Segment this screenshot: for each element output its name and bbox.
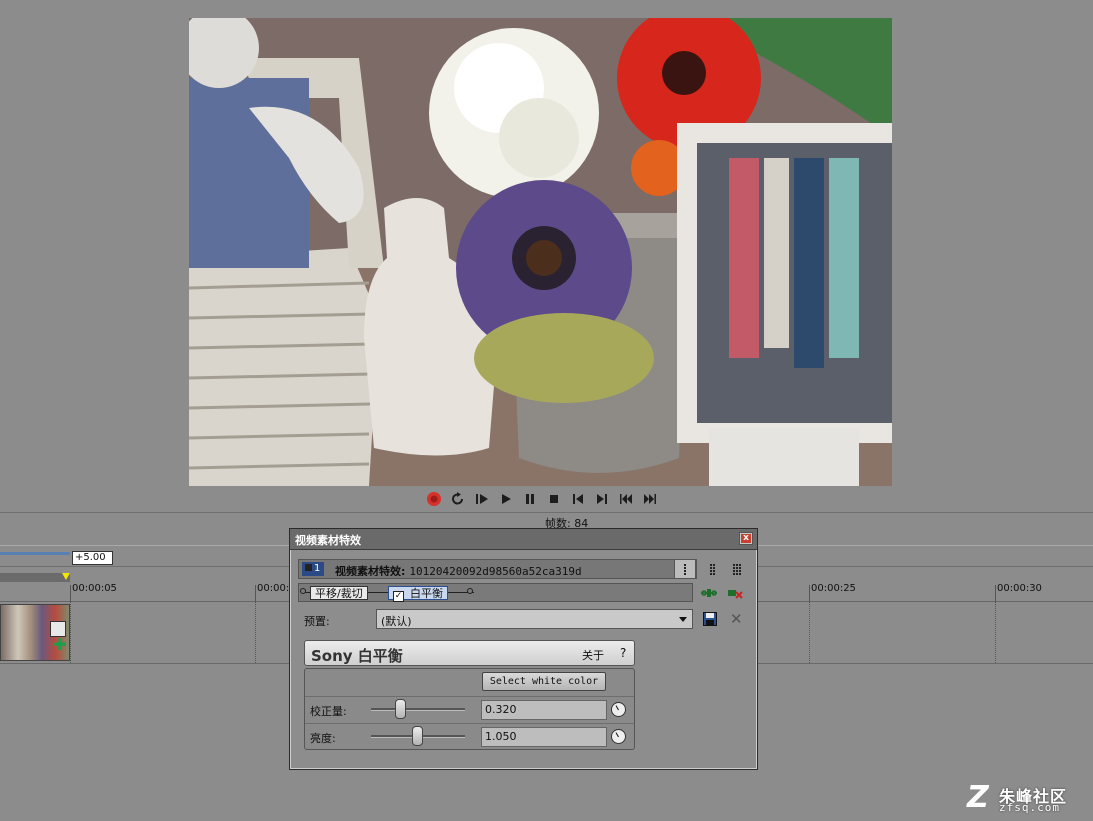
prev-frame-icon[interactable] [569, 490, 587, 508]
playback-rate-slider[interactable] [0, 552, 70, 555]
param-slider-track[interactable] [371, 708, 465, 711]
z-logo-icon: Z [967, 780, 989, 815]
preset-value: (默认) [381, 615, 412, 628]
checkbox-icon[interactable]: ✓ [393, 591, 404, 602]
param-row-brightness: 亮度: 1.050 [305, 723, 634, 750]
param-value-input[interactable]: 0.320 [481, 700, 607, 720]
grid-line [995, 601, 996, 663]
plugin-chain-icon[interactable] [700, 584, 718, 601]
track-index-badge: 1 [302, 562, 324, 576]
effect-header: 1 视频素材特效: 10120420092d98560a52ca319d [298, 559, 697, 579]
play-icon[interactable] [497, 490, 515, 508]
dialog-title-bar[interactable]: 视频素材特效 x [290, 529, 757, 550]
remove-plugin-icon[interactable] [726, 584, 744, 601]
plugin-name: Sony 白平衡 [311, 647, 403, 665]
play-from-start-icon[interactable] [473, 490, 491, 508]
video-fx-dialog: 视频素材特效 x 1 视频素材特效: 10120420092d98560a52ca… [289, 528, 758, 770]
ruler-tick: 00:00:25 [809, 583, 856, 601]
view-double-icon[interactable] [701, 559, 723, 579]
preset-dropdown[interactable]: (默认) [376, 609, 693, 629]
watermark-en: zfsq.com [999, 801, 1060, 814]
save-icon[interactable] [703, 612, 717, 626]
loop-region-bar[interactable] [0, 573, 70, 582]
prev-marker-icon[interactable] [617, 490, 635, 508]
help-button[interactable]: ? [620, 646, 626, 660]
stop-icon[interactable] [545, 490, 563, 508]
video-clip[interactable]: ✚ [0, 604, 70, 661]
video-preview-image [189, 18, 892, 486]
chain-node [300, 588, 306, 594]
close-icon: x [741, 534, 751, 543]
clip-name: 视频素材特效: 10120420092d98560a52ca319d [335, 565, 582, 576]
param-label: 校正量: [310, 705, 347, 718]
dialog-title: 视频素材特效 [295, 534, 361, 547]
preset-label: 预置: [304, 615, 330, 628]
param-value-input[interactable]: 1.050 [481, 727, 607, 747]
chain-node [467, 588, 473, 594]
next-frame-icon[interactable] [593, 490, 611, 508]
fx-chain: 平移/裁切 ✓ 白平衡 [298, 583, 693, 602]
reset-dial-icon[interactable] [611, 702, 626, 717]
playback-rate-value: +5.00 [72, 551, 113, 565]
view-single-icon[interactable] [674, 559, 696, 579]
param-label: 亮度: [310, 732, 336, 745]
chevron-down-icon [679, 617, 687, 622]
timeline-divider [0, 512, 1093, 513]
ruler-tick: 00:00:05 [70, 583, 117, 601]
watermark-logo: Z 朱峰社区 zfsq.com [967, 781, 1087, 815]
chain-item-white-balance[interactable]: ✓ 白平衡 [388, 586, 448, 602]
chain-item-pan-crop[interactable]: 平移/裁切 [310, 586, 368, 600]
plugin-params: Select white color 校正量: 0.320 亮度: 1.050 [304, 668, 635, 750]
record-icon[interactable] [425, 490, 443, 508]
param-slider-thumb[interactable] [395, 699, 406, 719]
delete-preset-icon[interactable]: ✕ [730, 611, 743, 627]
timeline-marker[interactable] [62, 573, 70, 580]
grid-line [809, 601, 810, 663]
param-row-correction: 校正量: 0.320 [305, 696, 634, 723]
add-effect-icon[interactable]: ✚ [52, 637, 68, 653]
reset-dial-icon[interactable] [611, 729, 626, 744]
transport-bar [425, 490, 659, 508]
close-button[interactable]: x [739, 532, 753, 545]
next-marker-icon[interactable] [641, 490, 659, 508]
video-preview [189, 18, 892, 486]
grid-line [255, 601, 256, 663]
view-grid-icon[interactable] [726, 559, 748, 579]
grid-line [70, 601, 71, 663]
select-white-color-button[interactable]: Select white color [482, 672, 606, 691]
pause-icon[interactable] [521, 490, 539, 508]
ruler-tick: 00:00:30 [995, 583, 1042, 601]
plugin-header: Sony 白平衡 关于 ? [304, 640, 635, 666]
loop-icon[interactable] [449, 490, 467, 508]
ruler-tick: 00:00: [254, 583, 290, 601]
param-slider-thumb[interactable] [412, 726, 423, 746]
about-link[interactable]: 关于 [582, 647, 604, 663]
